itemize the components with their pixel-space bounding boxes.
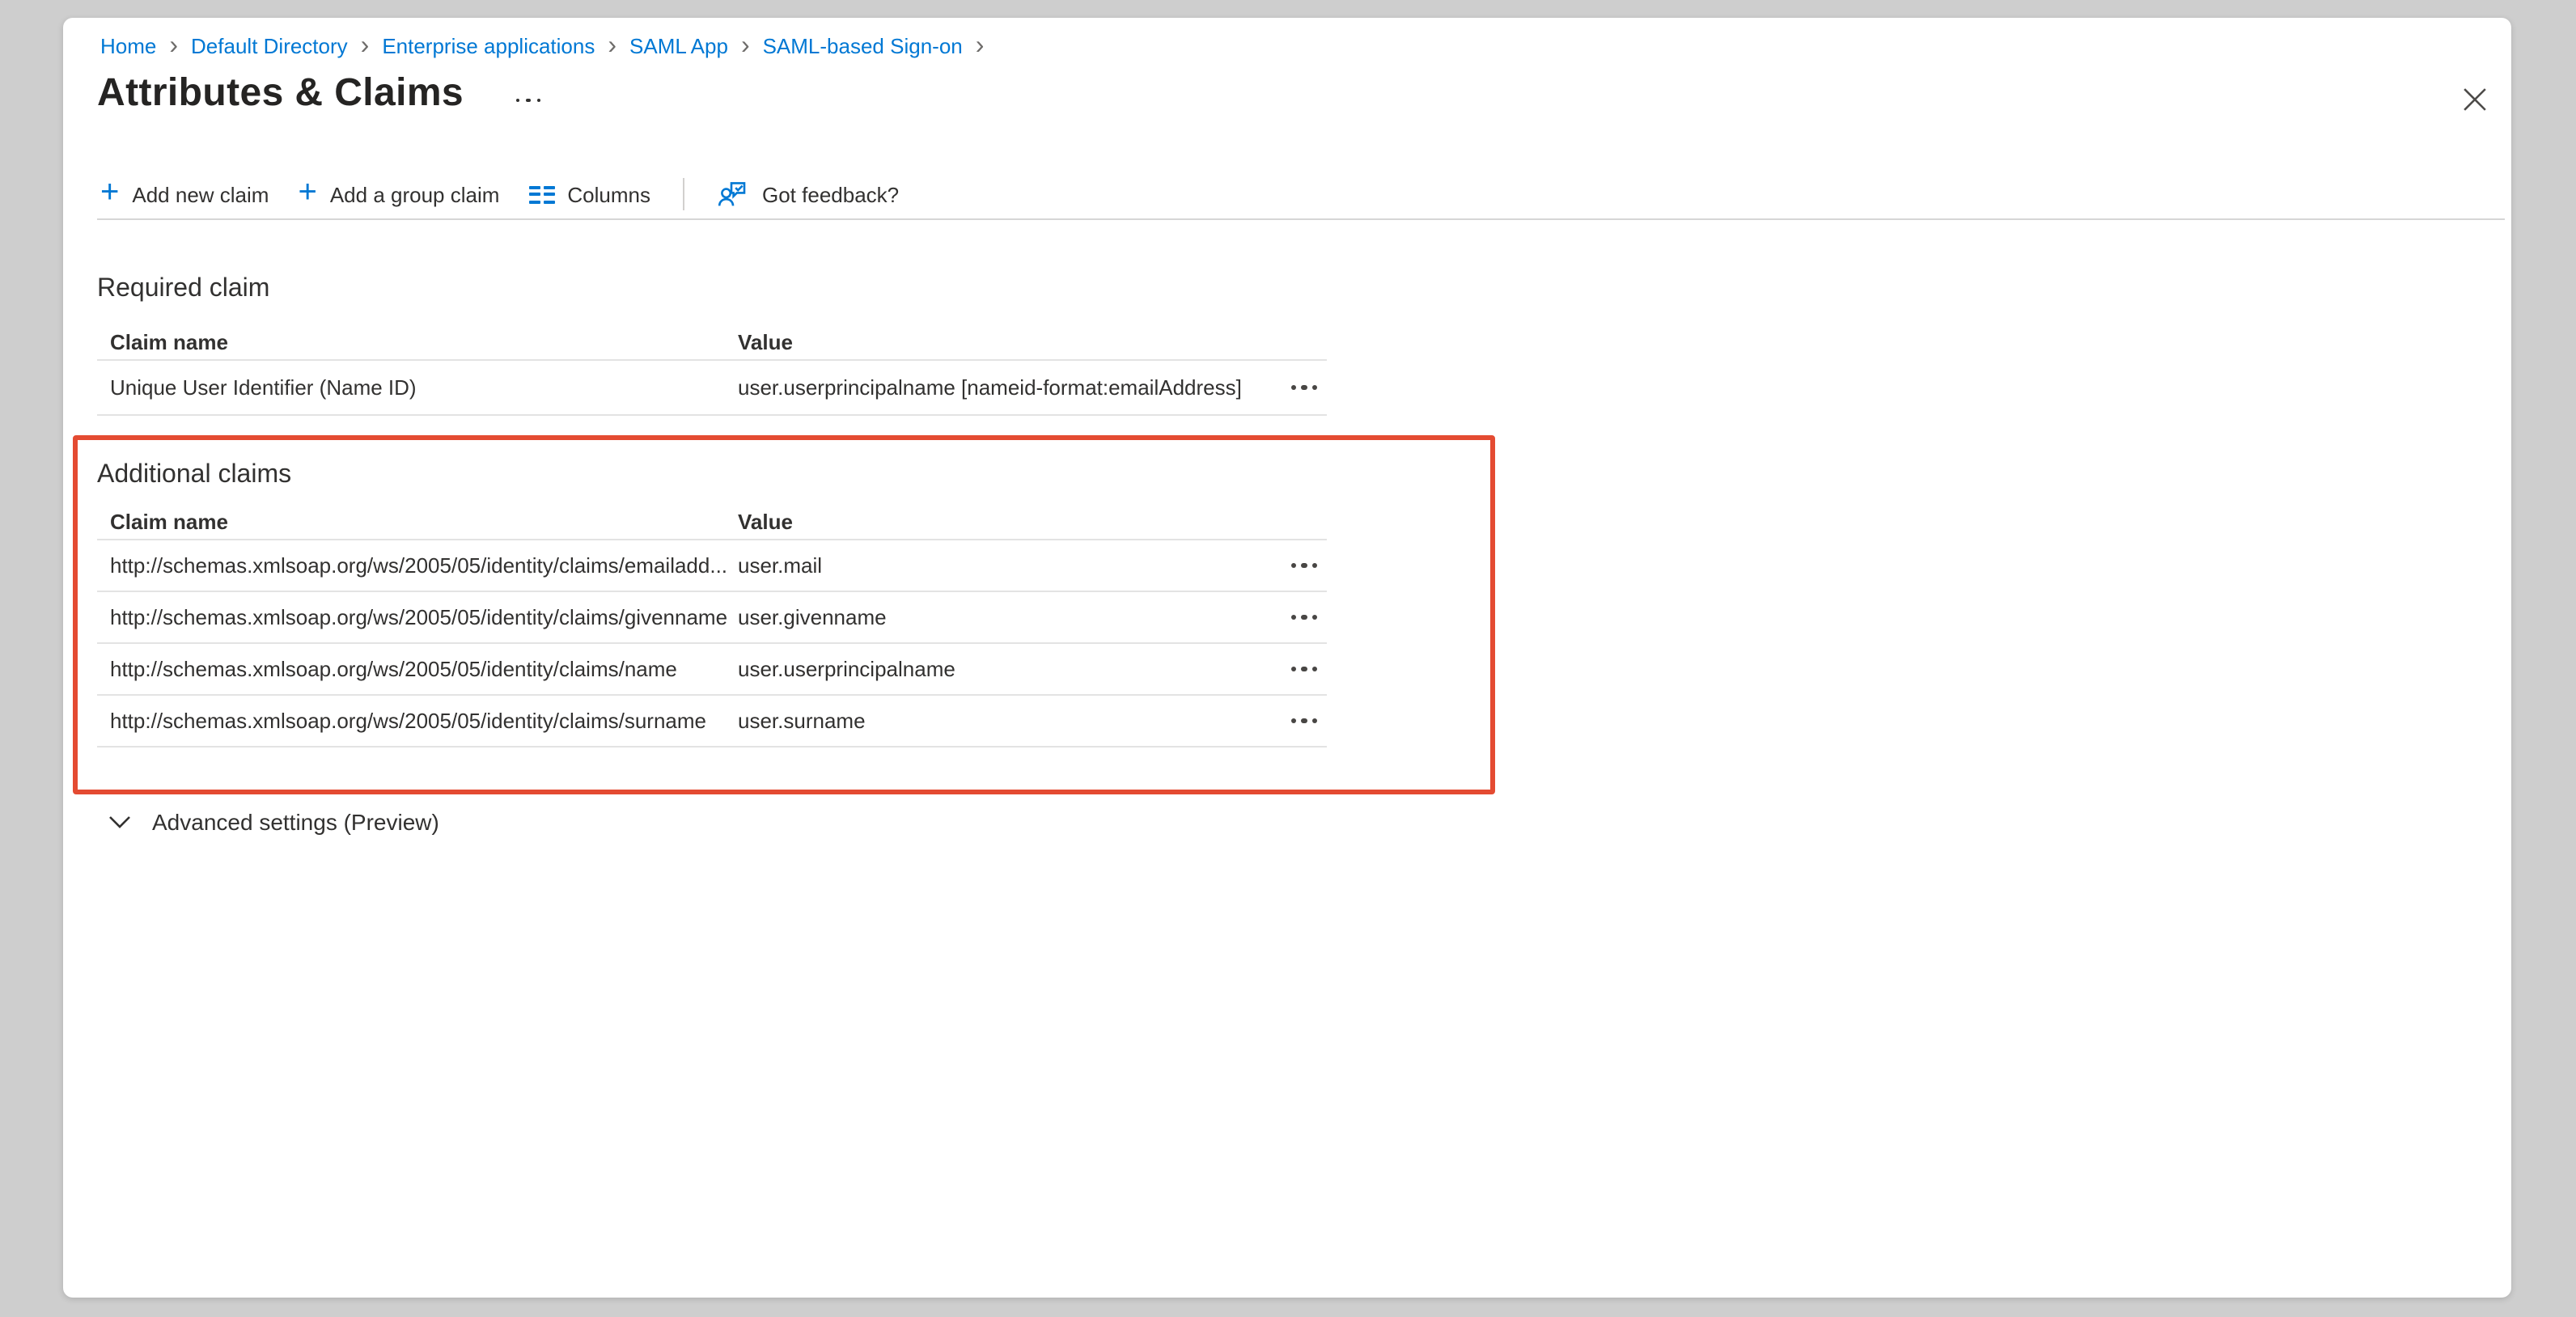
table-row[interactable]: http://schemas.xmlsoap.org/ws/2005/05/id…	[97, 644, 1327, 696]
chevron-right-icon: ›	[348, 36, 383, 57]
chevron-right-icon: ›	[156, 36, 191, 57]
table-row[interactable]: http://schemas.xmlsoap.org/ws/2005/05/id…	[97, 540, 1327, 592]
ellipsis-icon	[1290, 667, 1296, 672]
page: Home › Default Directory › Enterprise ap…	[0, 0, 2576, 1317]
required-claim-table: Claim name Value Unique User Identifier …	[97, 324, 1327, 416]
columns-button[interactable]: Columns	[528, 182, 650, 206]
ellipsis-icon	[1290, 385, 1296, 391]
command-bar: + Add new claim + Add a group claim Colu…	[100, 170, 899, 218]
breadcrumb: Home › Default Directory › Enterprise ap…	[100, 34, 997, 58]
chevron-right-icon: ›	[595, 36, 629, 57]
row-more-options-button[interactable]	[1284, 553, 1324, 578]
more-options-button[interactable]	[515, 99, 540, 103]
claim-name-cell: http://schemas.xmlsoap.org/ws/2005/05/id…	[97, 605, 738, 629]
columns-label: Columns	[567, 182, 650, 206]
ellipsis-icon	[1290, 615, 1296, 620]
more-options-icon	[515, 99, 519, 103]
title-bar: Attributes & Claims	[97, 71, 540, 116]
ellipsis-icon	[1290, 718, 1296, 724]
column-header-value: Value	[738, 509, 1327, 533]
breadcrumb-link-saml-app[interactable]: SAML App	[629, 34, 728, 58]
additional-claims-table: Claim name Value http://schemas.xmlsoap.…	[97, 503, 1327, 747]
row-more-options-button[interactable]	[1284, 709, 1324, 734]
breadcrumb-link-enterprise-applications[interactable]: Enterprise applications	[382, 34, 595, 58]
claim-name-cell: http://schemas.xmlsoap.org/ws/2005/05/id…	[97, 657, 738, 681]
claim-value-cell: user.mail	[738, 553, 1284, 578]
row-more-options-button[interactable]	[1284, 657, 1324, 682]
chevron-right-icon: ›	[728, 36, 763, 57]
row-more-options-button[interactable]	[1284, 605, 1324, 630]
additional-claims-heading: Additional claims	[97, 461, 291, 490]
plus-icon: +	[298, 181, 316, 204]
chevron-down-icon	[108, 815, 131, 828]
close-icon	[2462, 87, 2486, 111]
ellipsis-icon	[1290, 563, 1296, 569]
toolbar-divider-line	[97, 218, 2505, 220]
columns-icon	[528, 185, 554, 203]
claim-value-cell: user.givenname	[738, 605, 1284, 629]
add-new-claim-label: Add new claim	[132, 182, 269, 206]
plus-icon: +	[100, 181, 119, 204]
claim-value-cell: user.surname	[738, 709, 1284, 733]
breadcrumb-link-home[interactable]: Home	[100, 34, 156, 58]
breadcrumb-link-default-directory[interactable]: Default Directory	[191, 34, 348, 58]
add-new-claim-button[interactable]: + Add new claim	[100, 182, 269, 206]
got-feedback-button[interactable]: Got feedback?	[717, 178, 899, 210]
breadcrumb-link-saml-based-sign-on[interactable]: SAML-based Sign-on	[763, 34, 963, 58]
toolbar-divider	[683, 178, 684, 210]
column-header-value: Value	[738, 329, 1327, 354]
table-header-row: Claim name Value	[97, 503, 1327, 540]
claim-name-cell: http://schemas.xmlsoap.org/ws/2005/05/id…	[97, 709, 738, 733]
close-button[interactable]	[2455, 79, 2493, 118]
table-row[interactable]: Unique User Identifier (Name ID) user.us…	[97, 361, 1327, 416]
got-feedback-label: Got feedback?	[762, 182, 899, 206]
table-row[interactable]: http://schemas.xmlsoap.org/ws/2005/05/id…	[97, 592, 1327, 644]
add-group-claim-button[interactable]: + Add a group claim	[298, 182, 499, 206]
advanced-settings-toggle[interactable]: Advanced settings (Preview)	[108, 809, 439, 835]
attributes-claims-panel: Home › Default Directory › Enterprise ap…	[63, 18, 2511, 1298]
column-header-claim-name: Claim name	[97, 509, 738, 533]
advanced-settings-label: Advanced settings (Preview)	[152, 809, 439, 835]
required-claim-heading: Required claim	[97, 275, 269, 304]
claim-value-cell: user.userprincipalname [nameid-format:em…	[738, 375, 1284, 400]
column-header-claim-name: Claim name	[97, 329, 738, 354]
page-title: Attributes & Claims	[97, 71, 464, 116]
feedback-icon	[717, 178, 749, 210]
claim-name-cell: http://schemas.xmlsoap.org/ws/2005/05/id…	[97, 553, 738, 578]
table-row[interactable]: http://schemas.xmlsoap.org/ws/2005/05/id…	[97, 696, 1327, 747]
chevron-right-icon: ›	[963, 36, 998, 57]
claim-name-cell: Unique User Identifier (Name ID)	[97, 375, 738, 400]
claim-value-cell: user.userprincipalname	[738, 657, 1284, 681]
row-more-options-button[interactable]	[1284, 375, 1324, 400]
add-group-claim-label: Add a group claim	[330, 182, 500, 206]
table-header-row: Claim name Value	[97, 324, 1327, 361]
